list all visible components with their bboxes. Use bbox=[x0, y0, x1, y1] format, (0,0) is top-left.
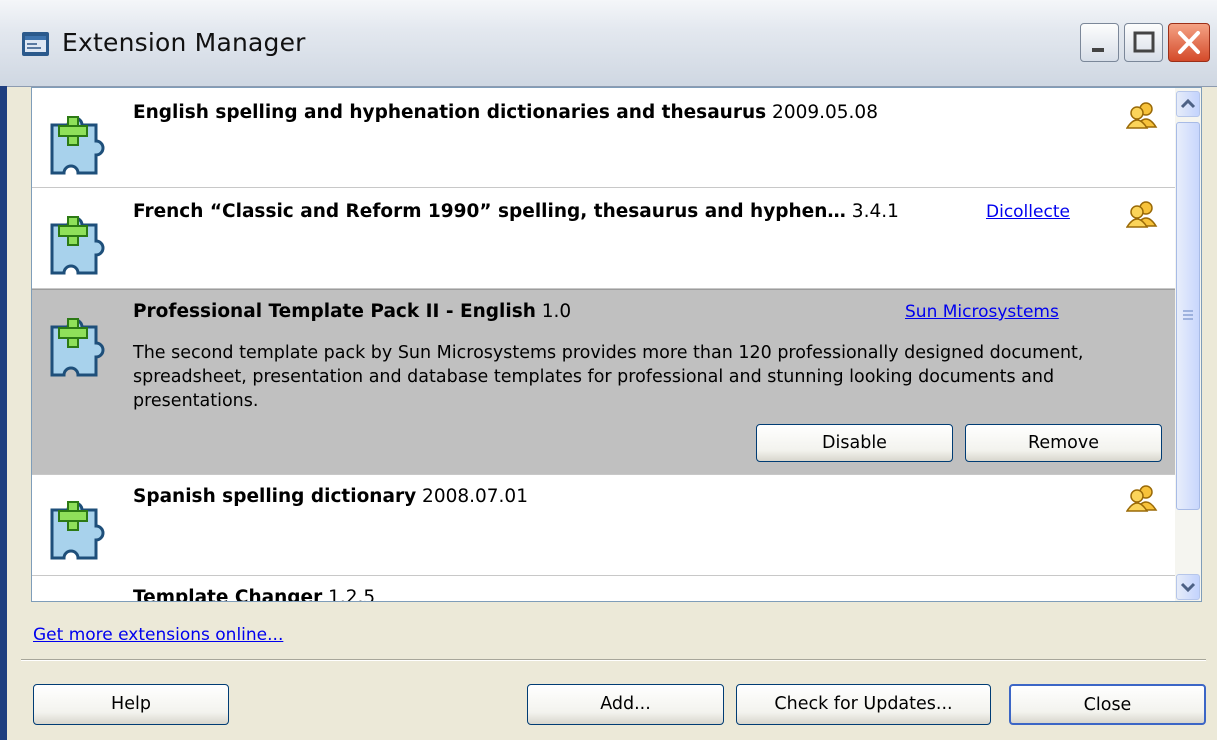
extension-name: Template Changer bbox=[133, 587, 323, 602]
separator bbox=[21, 659, 1206, 661]
scroll-up-button[interactable] bbox=[1176, 91, 1200, 117]
close-window-button[interactable] bbox=[1168, 23, 1210, 62]
extension-version: 2008.07.01 bbox=[422, 486, 528, 507]
app-icon bbox=[22, 32, 49, 56]
puzzle-piece-icon bbox=[50, 116, 105, 175]
users-icon bbox=[1126, 485, 1158, 512]
extension-name: Professional Template Pack II - English bbox=[133, 301, 536, 322]
grip-icon bbox=[1183, 310, 1193, 320]
extension-description: The second template pack by Sun Microsys… bbox=[133, 343, 1084, 411]
help-button[interactable]: Help bbox=[33, 684, 229, 725]
remove-button[interactable]: Remove bbox=[965, 424, 1162, 462]
add-button[interactable]: Add... bbox=[527, 684, 724, 725]
chevron-up-icon bbox=[1180, 98, 1196, 109]
users-icon bbox=[1126, 201, 1158, 228]
puzzle-piece-icon bbox=[50, 318, 105, 377]
close-button[interactable]: Close bbox=[1009, 684, 1206, 725]
minimize-button[interactable] bbox=[1080, 23, 1119, 62]
disable-button[interactable]: Disable bbox=[756, 424, 953, 462]
list-item-selected[interactable]: Professional Template Pack II - English … bbox=[32, 289, 1175, 475]
extension-name: French “Classic and Reform 1990” spellin… bbox=[133, 201, 846, 222]
list-item[interactable]: Template Changer 1.2.5 bbox=[32, 576, 1175, 602]
puzzle-piece-icon bbox=[48, 598, 112, 602]
chevron-down-icon bbox=[1180, 582, 1196, 593]
check-for-updates-button[interactable]: Check for Updates... bbox=[736, 684, 991, 725]
scroll-down-button[interactable] bbox=[1176, 574, 1200, 600]
maximize-button[interactable] bbox=[1124, 23, 1163, 62]
get-more-extensions-link[interactable]: Get more extensions online... bbox=[33, 625, 283, 645]
extension-version: 1.0 bbox=[541, 301, 572, 322]
puzzle-piece-icon bbox=[50, 216, 105, 275]
extension-version: 3.4.1 bbox=[851, 201, 899, 222]
list-item[interactable]: English spelling and hyphenation diction… bbox=[32, 88, 1175, 188]
maximize-icon bbox=[1133, 31, 1155, 53]
extension-version: 1.2.5 bbox=[328, 587, 376, 602]
puzzle-piece-icon bbox=[50, 501, 105, 560]
scrollbar-thumb[interactable] bbox=[1176, 122, 1200, 510]
users-icon bbox=[1126, 102, 1158, 129]
minimize-icon bbox=[1092, 48, 1104, 52]
publisher-link[interactable]: Sun Microsystems bbox=[905, 302, 1059, 322]
extension-version: 2009.05.08 bbox=[772, 102, 878, 123]
window-frame bbox=[0, 86, 7, 740]
vertical-scrollbar[interactable] bbox=[1175, 88, 1201, 601]
window-title: Extension Manager bbox=[62, 28, 306, 57]
title-bar: Extension Manager bbox=[0, 0, 1217, 87]
publisher-link[interactable]: Dicollecte bbox=[986, 202, 1070, 222]
extension-name: English spelling and hyphenation diction… bbox=[133, 102, 767, 123]
extension-list[interactable]: English spelling and hyphenation diction… bbox=[31, 87, 1202, 602]
extension-name: Spanish spelling dictionary bbox=[133, 486, 417, 507]
close-icon bbox=[1178, 31, 1200, 54]
list-item[interactable]: Spanish spelling dictionary 2008.07.01 bbox=[32, 475, 1175, 576]
list-item[interactable]: French “Classic and Reform 1990” spellin… bbox=[32, 188, 1175, 289]
